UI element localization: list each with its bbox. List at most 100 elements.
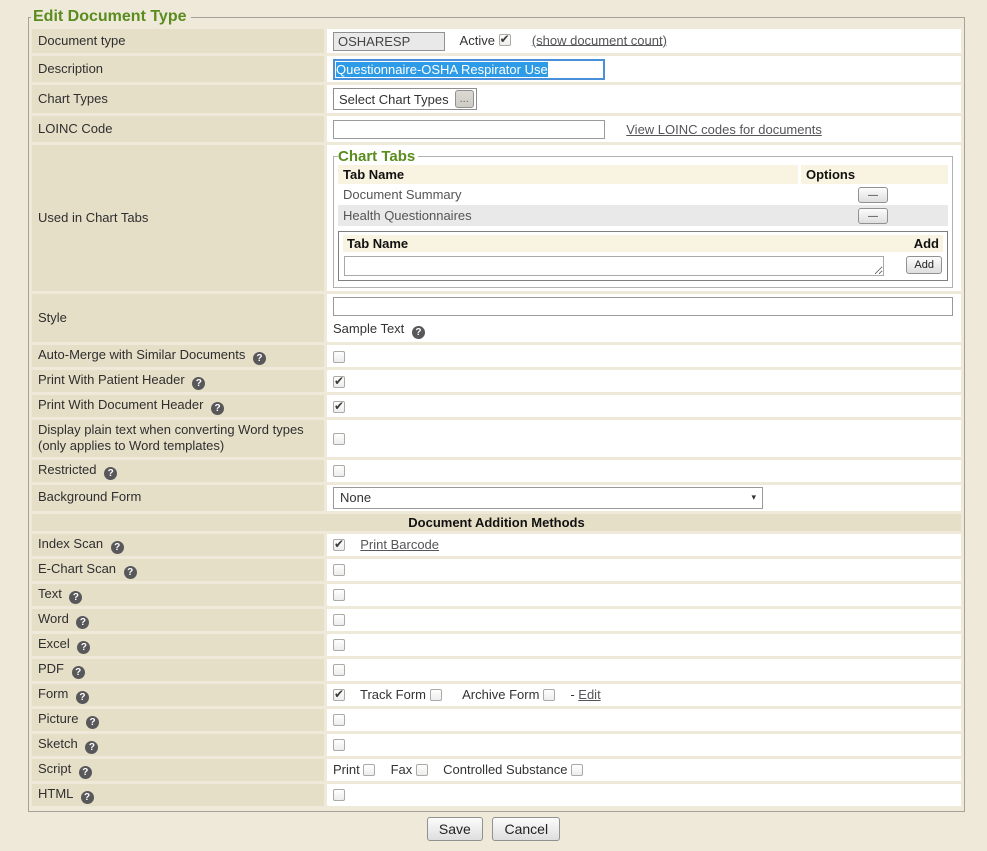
new-tab-name-input[interactable] [344, 256, 884, 276]
add-column-header: Add [914, 236, 939, 251]
chart-types-select-label: Select Chart Types [339, 92, 449, 107]
form-label: Form [38, 686, 68, 701]
help-icon[interactable]: ? [85, 741, 98, 754]
pdf-label: PDF [38, 661, 64, 676]
echart-scan-checkbox[interactable] [333, 564, 345, 576]
archive-form-label: Archive Form [462, 687, 539, 702]
display-plain-text-label: Display plain text when converting Word … [38, 422, 304, 453]
word-label: Word [38, 611, 69, 626]
style-sample-text: Sample Text [333, 321, 404, 336]
help-icon[interactable]: ? [77, 641, 90, 654]
restricted-checkbox[interactable] [333, 465, 345, 477]
help-icon[interactable]: ? [192, 377, 205, 390]
word-checkbox[interactable] [333, 614, 345, 626]
chart-types-select[interactable]: Select Chart Types ... [333, 88, 477, 110]
description-selected-text: Questionnaire-OSHA Respirator Use [336, 62, 548, 77]
col-header-options: Options [798, 165, 948, 184]
controlled-substance-label: Controlled Substance [443, 762, 567, 777]
edit-form-link[interactable]: Edit [578, 687, 600, 702]
help-icon[interactable]: ? [253, 352, 266, 365]
used-in-chart-tabs-label: Used in Chart Tabs [38, 210, 148, 225]
style-label: Style [38, 310, 67, 325]
controlled-substance-checkbox[interactable] [571, 764, 583, 776]
row-index-scan: Index Scan ? Print Barcode [32, 534, 961, 556]
edit-document-type-panel: Edit Document Type Document type OSHARES… [28, 8, 965, 812]
add-tab-button[interactable]: Add [906, 256, 942, 274]
print-patient-header-label: Print With Patient Header [38, 372, 185, 387]
excel-checkbox[interactable] [333, 639, 345, 651]
help-icon[interactable]: ? [76, 616, 89, 629]
help-icon[interactable]: ? [211, 402, 224, 415]
html-label: HTML [38, 786, 73, 801]
remove-tab-button[interactable]: — [858, 208, 888, 224]
loinc-code-input[interactable] [333, 120, 605, 139]
pdf-checkbox[interactable] [333, 664, 345, 676]
row-background-form: Background Form None ▾ [32, 485, 961, 511]
help-icon[interactable]: ? [79, 766, 92, 779]
edit-form-table: Document type OSHARESP Active (show docu… [29, 26, 964, 809]
chart-types-browse-button[interactable]: ... [455, 90, 474, 108]
panel-title: Edit Document Type [31, 8, 191, 26]
row-restricted: Restricted ? [32, 460, 961, 482]
row-loinc-code: LOINC Code View LOINC codes for document… [32, 116, 961, 142]
track-form-checkbox[interactable] [430, 689, 442, 701]
background-form-select[interactable]: None ▾ [333, 487, 763, 509]
description-label: Description [38, 61, 103, 76]
text-label: Text [38, 586, 62, 601]
document-type-field: OSHARESP [333, 32, 445, 51]
description-input[interactable]: Questionnaire-OSHA Respirator Use [333, 59, 605, 80]
active-checkbox[interactable] [499, 34, 511, 46]
form-actions: Save Cancel [0, 817, 987, 841]
row-print-patient-header: Print With Patient Header ? [32, 370, 961, 392]
print-barcode-link[interactable]: Print Barcode [360, 537, 439, 552]
form-checkbox[interactable] [333, 689, 345, 701]
print-document-header-label: Print With Document Header [38, 397, 203, 412]
help-icon[interactable]: ? [412, 326, 425, 339]
print-patient-header-checkbox[interactable] [333, 376, 345, 388]
display-plain-text-checkbox[interactable] [333, 433, 345, 445]
script-fax-checkbox[interactable] [416, 764, 428, 776]
row-echart-scan: E-Chart Scan ? [32, 559, 961, 581]
document-type-label: Document type [38, 33, 125, 48]
chart-tabs-panel: Chart Tabs Tab Name Options Document Sum… [333, 148, 953, 288]
cancel-button[interactable]: Cancel [492, 817, 560, 841]
sketch-checkbox[interactable] [333, 739, 345, 751]
sketch-label: Sketch [38, 736, 78, 751]
add-tab-name-header: Tab Name [347, 236, 408, 251]
print-document-header-checkbox[interactable] [333, 401, 345, 413]
save-button[interactable]: Save [427, 817, 483, 841]
row-auto-merge: Auto-Merge with Similar Documents ? [32, 345, 961, 367]
chart-tab-name: Document Summary [338, 184, 798, 205]
text-checkbox[interactable] [333, 589, 345, 601]
row-style: Style Sample Text ? [32, 294, 961, 342]
row-display-plain-text: Display plain text when converting Word … [32, 420, 961, 457]
help-icon[interactable]: ? [124, 566, 137, 579]
remove-tab-button[interactable]: — [858, 187, 888, 203]
help-icon[interactable]: ? [76, 691, 89, 704]
archive-form-checkbox[interactable] [543, 689, 555, 701]
index-scan-checkbox[interactable] [333, 539, 345, 551]
help-icon[interactable]: ? [104, 467, 117, 480]
active-label: Active [460, 32, 495, 47]
help-icon[interactable]: ? [72, 666, 85, 679]
view-loinc-codes-link[interactable]: View LOINC codes for documents [626, 122, 822, 137]
help-icon[interactable]: ? [69, 591, 82, 604]
picture-checkbox[interactable] [333, 714, 345, 726]
help-icon[interactable]: ? [81, 791, 94, 804]
style-input[interactable] [333, 297, 953, 316]
chevron-down-icon: ▾ [751, 492, 756, 503]
auto-merge-checkbox[interactable] [333, 351, 345, 363]
picture-label: Picture [38, 711, 78, 726]
help-icon[interactable]: ? [111, 541, 124, 554]
script-print-checkbox[interactable] [363, 764, 375, 776]
background-form-label: Background Form [38, 489, 141, 504]
addition-methods-header: Document Addition Methods [32, 514, 961, 531]
track-form-label: Track Form [360, 687, 426, 702]
show-document-count-link[interactable]: (show document count) [532, 32, 667, 47]
html-checkbox[interactable] [333, 789, 345, 801]
row-html: HTML ? [32, 784, 961, 806]
row-document-type: Document type OSHARESP Active (show docu… [32, 29, 961, 53]
excel-label: Excel [38, 636, 70, 651]
chart-types-label: Chart Types [38, 91, 108, 106]
help-icon[interactable]: ? [86, 716, 99, 729]
